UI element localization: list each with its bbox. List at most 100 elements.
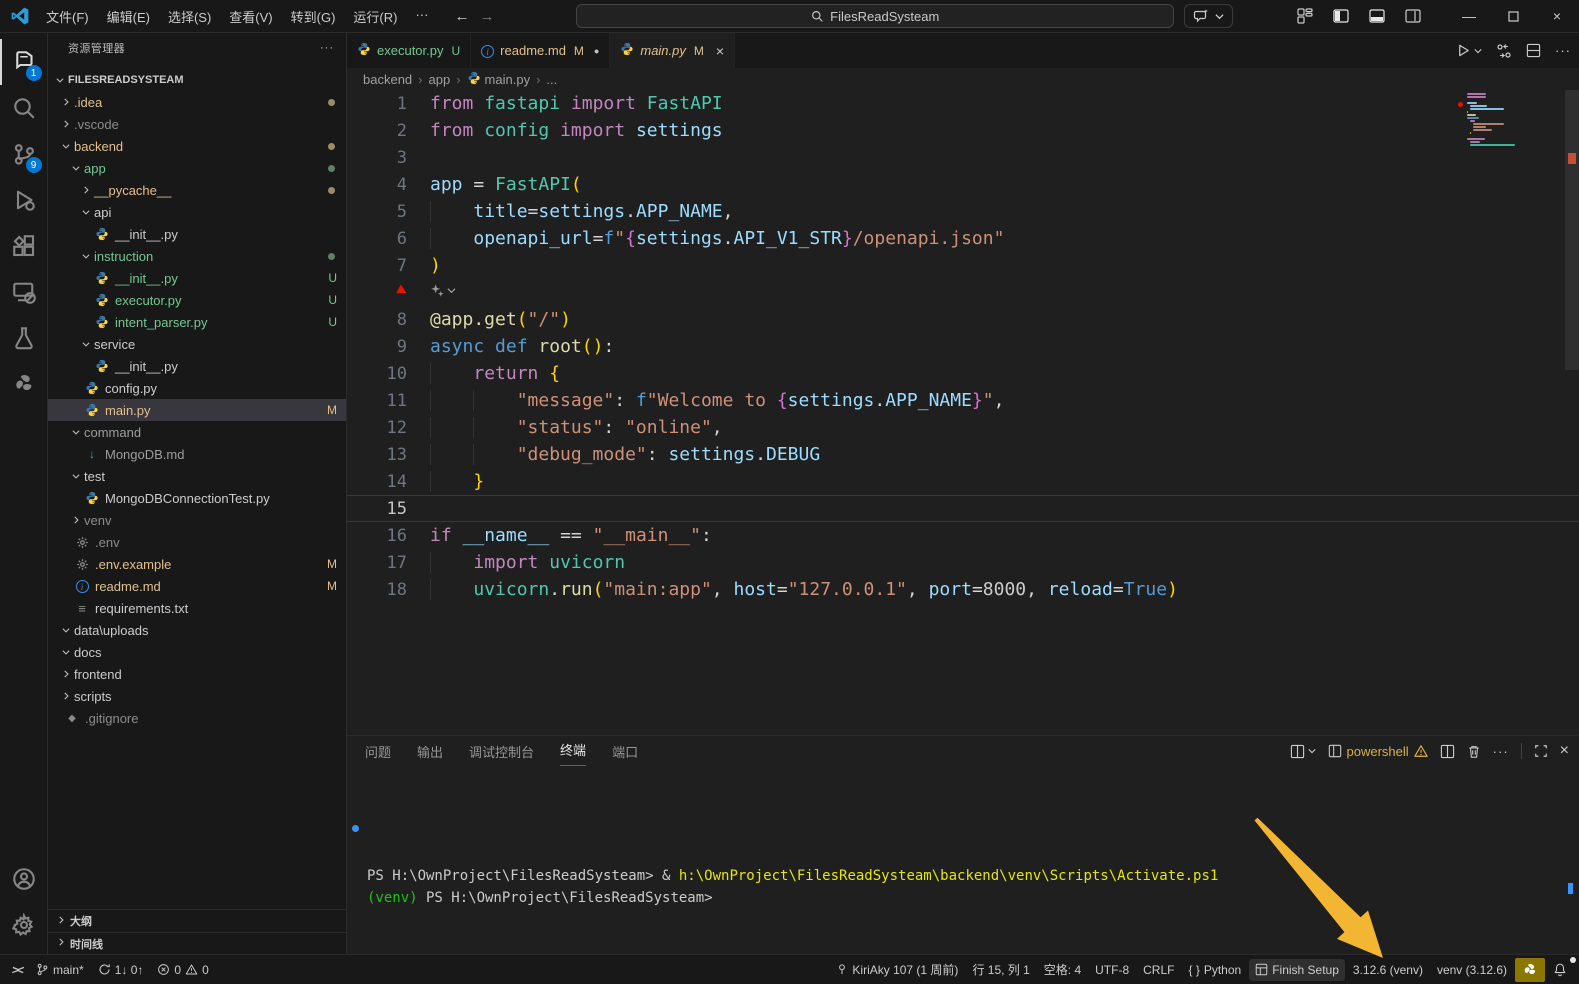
panel-tab-问题[interactable]: 问题 xyxy=(365,742,391,761)
activity-item-extensions[interactable] xyxy=(0,223,48,269)
activity-item-remote-explorer[interactable] xyxy=(0,269,48,315)
activity-item-account[interactable] xyxy=(0,856,48,902)
toggle-panel-icon[interactable] xyxy=(1369,8,1385,24)
tree-item-app[interactable]: app xyxy=(48,157,346,179)
tree-item-api[interactable]: api xyxy=(48,201,346,223)
code-line-3[interactable]: 3 xyxy=(347,144,1579,171)
code-line-4[interactable]: 4app = FastAPI( xyxy=(347,171,1579,198)
minimize-button[interactable]: — xyxy=(1447,0,1491,32)
toggle-primary-sidebar-icon[interactable] xyxy=(1333,8,1349,24)
activity-item-run-debug[interactable] xyxy=(0,177,48,223)
breadcrumb-item-backend[interactable]: backend xyxy=(363,72,412,87)
tab-close-icon[interactable]: × xyxy=(716,43,724,59)
code-line-12[interactable]: 12 "status": "online", xyxy=(347,414,1579,441)
customize-layout-icon[interactable] xyxy=(1297,8,1313,24)
code-line-8[interactable]: 8@app.get("/") xyxy=(347,306,1579,333)
breadcrumb-item-main.py[interactable]: main.py xyxy=(467,71,531,88)
kill-terminal-icon[interactable] xyxy=(1467,744,1481,759)
tree-item-FILESREADSYSTEAM[interactable]: FILESREADSYSTEAM xyxy=(48,69,346,91)
tree-item-.idea[interactable]: .idea xyxy=(48,91,346,113)
notifications-bell[interactable] xyxy=(1547,959,1573,981)
command-center-search[interactable]: FilesReadSysteam xyxy=(576,4,1174,28)
code-line-5[interactable]: 5 title=settings.APP_NAME, xyxy=(347,198,1579,225)
tree-item-.vscode[interactable]: .vscode xyxy=(48,113,346,135)
copilot-sparkle-icon[interactable] xyxy=(430,283,456,298)
menu-more[interactable]: ··· xyxy=(407,4,436,29)
menu-4[interactable]: 转到(G) xyxy=(283,4,344,29)
maximize-panel-icon[interactable] xyxy=(1534,744,1548,758)
code-editor[interactable]: 1from fastapi import FastAPI2from config… xyxy=(347,90,1579,735)
menu-1[interactable]: 编辑(E) xyxy=(99,4,158,29)
tree-item-data-uploads[interactable]: data\uploads xyxy=(48,619,346,641)
breadcrumb-item-...[interactable]: ... xyxy=(546,72,557,87)
activity-item-ai-extension[interactable] xyxy=(0,361,48,407)
maximize-button[interactable] xyxy=(1491,0,1535,32)
sidebar-section-大纲[interactable]: 大纲 xyxy=(48,910,346,932)
tree-item-.gitignore[interactable]: ◆.gitignore xyxy=(48,707,346,729)
tree-item-instruction[interactable]: instruction xyxy=(48,245,346,267)
tree-item-service[interactable]: service xyxy=(48,333,346,355)
copilot-button[interactable] xyxy=(1184,4,1233,28)
tree-item-test[interactable]: test xyxy=(48,465,346,487)
tree-item-__init__.py[interactable]: __init__.pyU xyxy=(48,267,346,289)
code-line-1[interactable]: 1from fastapi import FastAPI xyxy=(347,90,1579,117)
nav-back-button[interactable]: ← xyxy=(454,8,469,25)
activity-item-source-control[interactable]: 9 xyxy=(0,131,48,177)
code-line-9[interactable]: 9async def root(): xyxy=(347,333,1579,360)
terminal-instance-item[interactable]: powershell xyxy=(1328,744,1428,759)
code-line-17[interactable]: 17 import uvicorn xyxy=(347,549,1579,576)
breadcrumb-item-app[interactable]: app xyxy=(429,72,451,87)
tree-item-intent_parser.py[interactable]: intent_parser.pyU xyxy=(48,311,346,333)
tree-item-requirements.txt[interactable]: ≡requirements.txt xyxy=(48,597,346,619)
panel-tab-终端[interactable]: 终端 xyxy=(560,737,586,766)
tree-item-MongoDBConnectionTest.py[interactable]: MongoDBConnectionTest.py xyxy=(48,487,346,509)
tree-item-.env.example[interactable]: .env.exampleM xyxy=(48,553,346,575)
code-line-13[interactable]: 13 "debug_mode": settings.DEBUG xyxy=(347,441,1579,468)
menu-2[interactable]: 选择(S) xyxy=(160,4,219,29)
tree-item-venv[interactable]: venv xyxy=(48,509,346,531)
sidebar-section-时间线[interactable]: 时间线 xyxy=(48,932,346,954)
tree-item-frontend[interactable]: frontend xyxy=(48,663,346,685)
split-editor-icon[interactable] xyxy=(1526,43,1541,58)
code-line-16[interactable]: 16if __name__ == "__main__": xyxy=(347,522,1579,549)
menu-5[interactable]: 运行(R) xyxy=(345,4,405,29)
tab-main.py[interactable]: main.pyM× xyxy=(610,33,735,68)
tree-item-config.py[interactable]: config.py xyxy=(48,377,346,399)
tree-item-.env[interactable]: .env xyxy=(48,531,346,553)
activity-item-explorer[interactable]: 1 xyxy=(0,39,48,85)
close-panel-icon[interactable]: × xyxy=(1560,742,1569,760)
run-python-file-button[interactable] xyxy=(1456,43,1482,58)
tree-item-main.py[interactable]: main.pyM xyxy=(48,399,346,421)
code-line-7[interactable]: 7) xyxy=(347,252,1579,279)
launch-profile-button[interactable] xyxy=(1290,744,1316,759)
tree-item-__pycache__[interactable]: __pycache__ xyxy=(48,179,346,201)
code-line-11[interactable]: 11 "message": f"Welcome to {settings.APP… xyxy=(347,387,1579,414)
menu-3[interactable]: 查看(V) xyxy=(221,4,280,29)
activity-item-testing[interactable] xyxy=(0,315,48,361)
menu-0[interactable]: 文件(F) xyxy=(38,4,97,29)
code-line-6[interactable]: 6 openapi_url=f"{settings.API_V1_STR}/op… xyxy=(347,225,1579,252)
problems-indicator[interactable]: 0 0 xyxy=(151,959,214,981)
open-changes-icon[interactable] xyxy=(1496,43,1512,59)
activity-item-settings[interactable] xyxy=(0,902,48,948)
tree-item-scripts[interactable]: scripts xyxy=(48,685,346,707)
split-terminal-button[interactable] xyxy=(1440,744,1455,759)
code-line-14[interactable]: 14 } xyxy=(347,468,1579,495)
remote-indicator[interactable]: >< xyxy=(6,959,28,981)
sidebar-more-actions[interactable]: ··· xyxy=(320,42,334,54)
tree-item-__init__.py[interactable]: __init__.py xyxy=(48,355,346,377)
editor-more-actions[interactable]: ··· xyxy=(1555,43,1571,58)
tree-item-command[interactable]: command xyxy=(48,421,346,443)
panel-tab-输出[interactable]: 输出 xyxy=(417,742,443,761)
editor-scrollbar[interactable] xyxy=(1565,90,1579,370)
code-line-10[interactable]: 10 return { xyxy=(347,360,1579,387)
nav-forward-button[interactable]: → xyxy=(479,8,494,25)
activity-item-search[interactable] xyxy=(0,85,48,131)
tree-item-backend[interactable]: backend xyxy=(48,135,346,157)
sync-indicator[interactable]: 1↓ 0↑ xyxy=(92,959,150,981)
branch-indicator[interactable]: main* xyxy=(30,959,90,981)
terminal[interactable]: PS H:\OwnProject\FilesReadSysteam> & h:\… xyxy=(347,766,1579,975)
tree-item-MongoDB.md[interactable]: ↓MongoDB.md xyxy=(48,443,346,465)
panel-more-actions[interactable]: ··· xyxy=(1493,744,1509,759)
tree-item-readme.md[interactable]: ireadme.mdM xyxy=(48,575,346,597)
